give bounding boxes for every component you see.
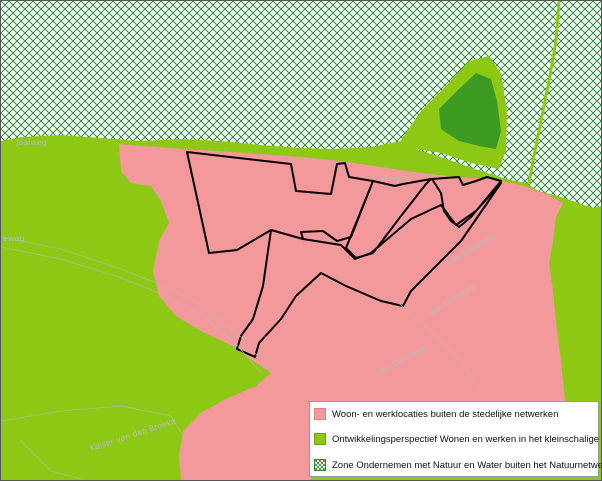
legend-label: Ontwikkelingsperspectief Wonen en werken… <box>332 433 601 445</box>
legend-label: Zone Ondernemen met Natuur en Water buit… <box>332 459 602 471</box>
pink-swatch-icon <box>314 408 326 420</box>
legend-label: Woon- en werklocaties buiten de stedelij… <box>332 408 559 420</box>
map-legend: Woon- en werklocaties buiten de stedelij… <box>309 401 602 477</box>
map-frame: Jaalweg Maenta eweg van Dijksweg van Dij… <box>0 0 602 481</box>
street-label-jaalweg: Jaalweg <box>15 138 47 147</box>
street-label-maenta: Maenta <box>381 175 411 184</box>
street-label-eweg: eweg <box>3 234 24 243</box>
legend-item-natuur-water: Zone Ondernemen met Natuur en Water buit… <box>314 457 602 473</box>
legend-item-mixlandschap: Ontwikkelingsperspectief Wonen en werken… <box>314 431 601 447</box>
hatch-swatch-icon <box>314 459 326 471</box>
legend-item-woon-werk: Woon- en werklocaties buiten de stedelij… <box>314 406 558 422</box>
green-swatch-icon <box>314 433 326 445</box>
